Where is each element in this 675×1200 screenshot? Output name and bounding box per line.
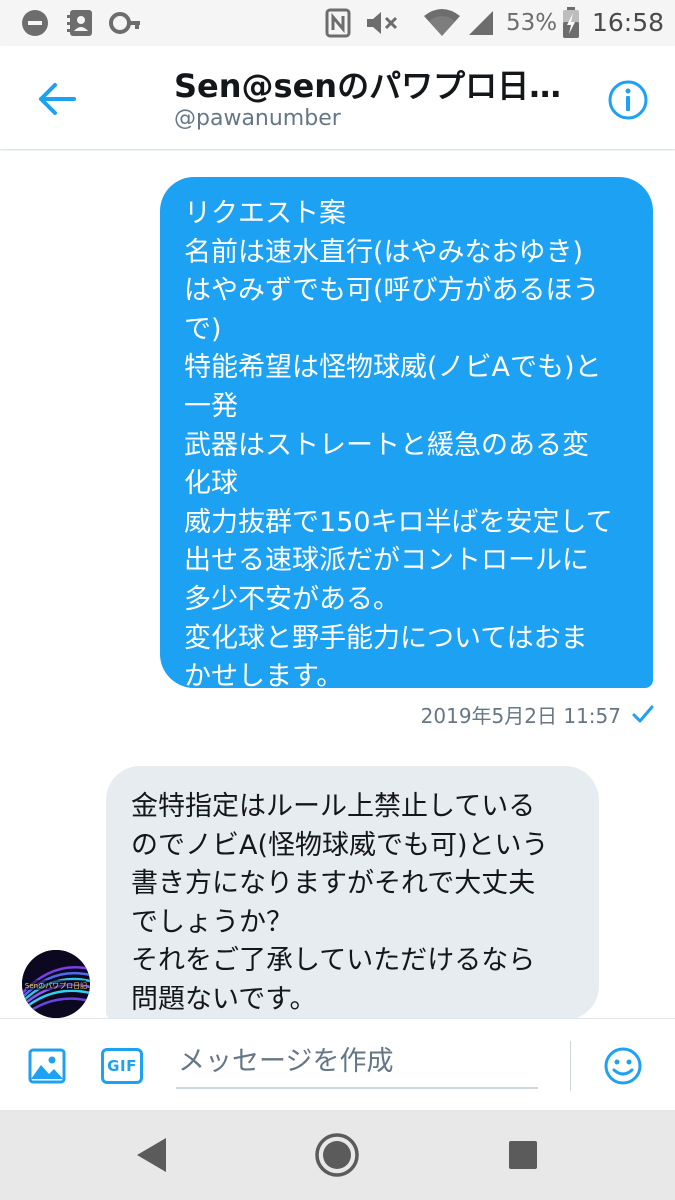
check-icon (631, 703, 655, 725)
arrow-left-icon (39, 83, 76, 115)
message-line: 問題ないです。 (131, 983, 317, 1015)
message-line: 出せる速球派だがコントロールに (184, 545, 589, 577)
message-line: 名前は速水直行(はやみなおゆき) (184, 236, 584, 268)
message-line: で) (184, 313, 222, 345)
message-line: 武器はストレートと緩急のある変 (184, 429, 589, 461)
key-icon (108, 0, 142, 46)
message-line: 化球 (184, 468, 238, 500)
message-line: 一発 (184, 390, 238, 422)
message-line: のでノビA(怪物球威でも可)という (131, 829, 549, 861)
message-timestamp: 2019年5月2日 11:57 (420, 703, 621, 728)
message-input[interactable] (176, 1039, 538, 1089)
status-bar: 53% 16:58 (0, 0, 675, 46)
back-button[interactable] (28, 76, 86, 122)
message-thread[interactable]: リクエスト案 名前は速水直行(はやみなおゆき) はやみずでも可(呼び方があるほう… (0, 151, 675, 1018)
sent-message-meta: 2019年5月2日 11:57 (380, 699, 655, 729)
message-line: かせします。 (184, 661, 344, 693)
minus-circle-icon (18, 0, 52, 46)
gif-label: GIF (107, 1057, 137, 1075)
image-icon (28, 1048, 66, 1084)
battery-percent: 53% (506, 10, 558, 36)
message-line: 特能希望は怪物球威(ノビAでも)と (184, 352, 602, 384)
conversation-handle: @pawanumber (174, 106, 341, 131)
message-line: でしょうか？ (131, 906, 293, 938)
nfc-icon (324, 0, 352, 46)
info-icon (608, 80, 648, 120)
recents-square-icon[interactable] (496, 1128, 550, 1182)
signal-icon (466, 0, 496, 46)
message-line: 威力抜群で150キロ半ばを安定して (184, 506, 613, 538)
back-triangle-icon[interactable] (124, 1128, 178, 1182)
conversation-title[interactable]: Sen@senのパワプロ日… (174, 64, 584, 108)
media-button[interactable] (27, 1046, 67, 1086)
message-line: 変化球と野手能力についてはおま (184, 622, 588, 654)
message-composer: GIF (0, 1018, 675, 1110)
composer-divider (570, 1041, 571, 1091)
conversation-header: Sen@senのパワプロ日… @pawanumber (0, 46, 675, 150)
message-line: はやみずでも可(呼び方があるほう (184, 275, 600, 307)
message-line: それをご了承していただけるなら (131, 945, 536, 977)
emoji-button[interactable] (601, 1044, 645, 1088)
avatar-text: Senのパワプロ日記 (25, 981, 87, 990)
emoji-icon (604, 1047, 642, 1085)
home-circle-icon[interactable] (310, 1128, 364, 1182)
info-button[interactable] (604, 76, 652, 124)
avatar[interactable]: Senのパワプロ日記 (22, 950, 90, 1018)
gif-button[interactable]: GIF (101, 1048, 143, 1084)
received-message-bubble[interactable]: 金特指定はルール上禁止している のでノビA(怪物球威でも可)という 書き方になり… (106, 766, 599, 1018)
system-nav-bar (0, 1110, 675, 1200)
sent-message-bubble[interactable]: リクエスト案 名前は速水直行(はやみなおゆき) はやみずでも可(呼び方があるほう… (160, 177, 653, 692)
message-line: 多少不安がある。 (184, 583, 400, 615)
message-line: リクエスト案 (184, 198, 346, 229)
wifi-icon (422, 0, 462, 46)
battery-charging-icon (560, 0, 582, 46)
status-clock: 16:58 (592, 8, 665, 37)
message-line: 金特指定はルール上禁止している (131, 791, 536, 822)
mute-icon (364, 0, 400, 46)
contacts-icon (64, 0, 96, 46)
message-line: 書き方になりますがそれで大丈夫 (131, 868, 536, 900)
